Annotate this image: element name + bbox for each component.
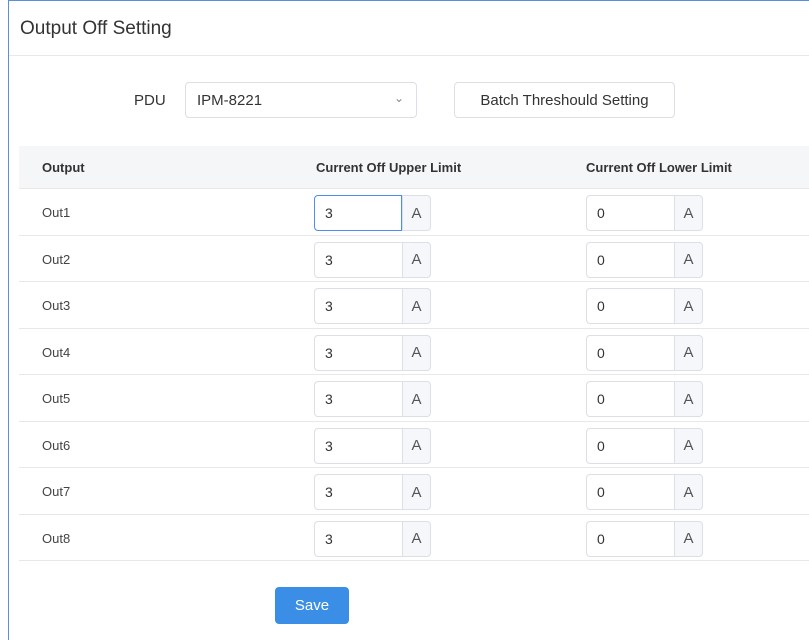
table-row: Out6 A A — [19, 422, 809, 468]
table-header: Output Current Off Upper Limit Current O… — [19, 146, 809, 189]
lower-limit-input-group: A — [586, 381, 703, 417]
table-row: Out2 A A — [19, 236, 809, 282]
chevron-down-icon: ⌄ — [393, 91, 404, 105]
threshold-table: Output Current Off Upper Limit Current O… — [19, 146, 809, 561]
upper-limit-input[interactable] — [314, 241, 402, 278]
unit-label: A — [402, 520, 431, 557]
upper-limit-input-group: A — [314, 241, 431, 278]
lower-limit-input-group: A — [586, 334, 703, 371]
output-name: Out2 — [42, 251, 71, 267]
lower-limit-input[interactable] — [586, 195, 674, 231]
upper-limit-input-group: A — [314, 288, 431, 324]
table-row: Out7 A A — [19, 468, 809, 515]
unit-label: A — [402, 241, 431, 278]
upper-limit-input[interactable] — [314, 381, 402, 417]
unit-label: A — [674, 288, 703, 324]
table-row: Out8 A A — [19, 515, 809, 561]
unit-label: A — [402, 474, 431, 510]
pdu-label: PDU — [134, 92, 166, 109]
output-name: Out8 — [42, 530, 71, 546]
unit-label: A — [674, 427, 703, 464]
upper-limit-input[interactable] — [314, 427, 402, 464]
table-row: Out1 A A — [19, 189, 809, 236]
upper-limit-input-group: A — [314, 334, 431, 371]
output-name: Out4 — [42, 344, 71, 360]
unit-label: A — [402, 427, 431, 464]
unit-label: A — [674, 241, 703, 278]
table-row: Out3 A A — [19, 282, 809, 329]
lower-limit-input[interactable] — [586, 381, 674, 417]
pdu-select[interactable]: IPM-8221 ⌄ — [185, 82, 417, 118]
upper-limit-input[interactable] — [314, 288, 402, 324]
lower-limit-input-group: A — [586, 427, 703, 464]
pdu-selected-value: IPM-8221 — [197, 92, 263, 109]
output-name: Out3 — [42, 298, 71, 313]
unit-label: A — [674, 195, 703, 231]
lower-limit-column-header: Current Off Lower Limit — [586, 160, 732, 175]
unit-label: A — [674, 520, 703, 557]
lower-limit-input[interactable] — [586, 334, 674, 371]
unit-label: A — [402, 334, 431, 371]
unit-label: A — [402, 288, 431, 324]
table-body: Out1AAOut2AAOut3AAOut4AAOut5AAOut6AAOut7… — [19, 189, 809, 561]
upper-limit-input[interactable] — [314, 520, 402, 557]
lower-limit-input[interactable] — [586, 427, 674, 464]
page-title: Output Off Setting — [20, 18, 172, 39]
unit-label: A — [674, 334, 703, 371]
output-name: Out5 — [42, 391, 71, 406]
lower-limit-input[interactable] — [586, 520, 674, 557]
lower-limit-input[interactable] — [586, 288, 674, 324]
upper-limit-input-group: A — [314, 474, 431, 510]
upper-limit-input[interactable] — [314, 195, 402, 231]
output-column-header: Output — [42, 160, 85, 175]
lower-limit-input-group: A — [586, 288, 703, 324]
upper-limit-input-group: A — [314, 195, 431, 231]
lower-limit-input[interactable] — [586, 474, 674, 510]
upper-limit-input-group: A — [314, 427, 431, 464]
output-name: Out7 — [42, 484, 71, 499]
upper-limit-input-group: A — [314, 381, 431, 417]
unit-label: A — [674, 474, 703, 510]
save-button[interactable]: Save — [275, 587, 349, 624]
output-name: Out6 — [42, 437, 71, 453]
table-row: Out5 A A — [19, 375, 809, 422]
batch-threshold-button[interactable]: Batch Threshould Setting — [454, 82, 675, 118]
upper-limit-input-group: A — [314, 520, 431, 557]
upper-limit-column-header: Current Off Upper Limit — [316, 160, 462, 175]
panel-header: Output Off Setting — [9, 1, 809, 56]
lower-limit-input-group: A — [586, 195, 703, 231]
lower-limit-input-group: A — [586, 241, 703, 278]
unit-label: A — [402, 381, 431, 417]
unit-label: A — [402, 195, 431, 231]
lower-limit-input-group: A — [586, 520, 703, 557]
output-name: Out1 — [42, 205, 71, 220]
lower-limit-input-group: A — [586, 474, 703, 510]
upper-limit-input[interactable] — [314, 334, 402, 371]
upper-limit-input[interactable] — [314, 474, 402, 510]
lower-limit-input[interactable] — [586, 241, 674, 278]
table-row: Out4 A A — [19, 329, 809, 375]
unit-label: A — [674, 381, 703, 417]
output-off-setting-panel: Output Off Setting PDU IPM-8221 ⌄ Batch … — [8, 0, 809, 640]
